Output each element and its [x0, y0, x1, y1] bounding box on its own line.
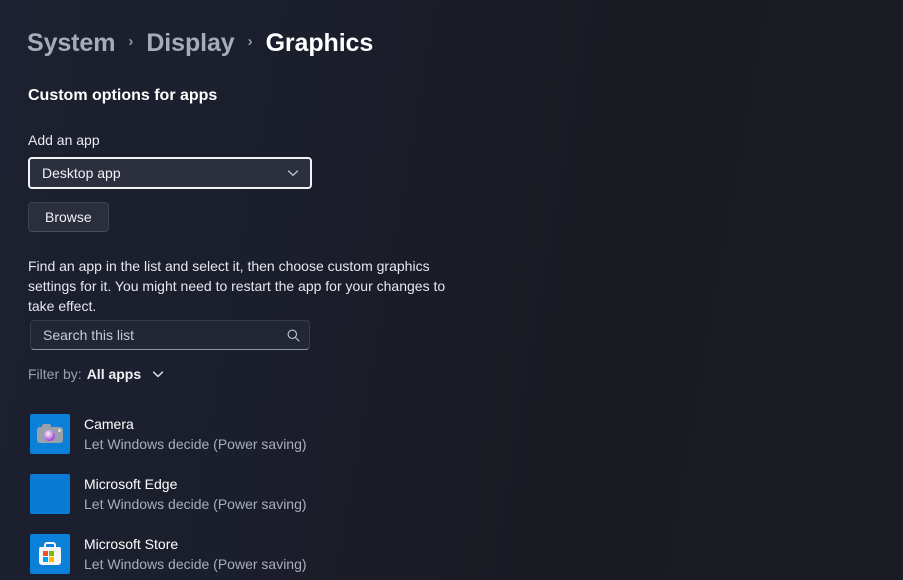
filter-value-dropdown[interactable]: All apps	[87, 366, 141, 382]
filter-row: Filter by: All apps	[28, 364, 165, 384]
search-input-placeholder: Search this list	[43, 327, 135, 343]
search-icon[interactable]	[286, 328, 301, 343]
microsoft-edge-app-icon	[30, 474, 70, 514]
app-status: Let Windows decide (Power saving)	[84, 495, 307, 512]
list-item-text: Camera Let Windows decide (Power saving)	[84, 415, 307, 454]
chevron-down-icon[interactable]	[141, 367, 165, 381]
settings-graphics-page: System › Display › Graphics Custom optio…	[0, 0, 903, 580]
app-list: Camera Let Windows decide (Power saving)…	[0, 404, 460, 580]
app-status: Let Windows decide (Power saving)	[84, 555, 307, 572]
app-type-dropdown-value: Desktop app	[42, 165, 121, 181]
list-item-text: Microsoft Edge Let Windows decide (Power…	[84, 475, 307, 514]
search-input[interactable]: Search this list	[30, 320, 310, 350]
browse-button-label: Browse	[45, 209, 92, 225]
list-item[interactable]: Microsoft Edge Let Windows decide (Power…	[0, 464, 460, 524]
browse-button[interactable]: Browse	[28, 202, 109, 232]
breadcrumb-separator-icon: ›	[247, 33, 253, 50]
breadcrumb: System › Display › Graphics	[27, 26, 373, 60]
breadcrumb-item-graphics: Graphics	[265, 29, 374, 57]
app-name: Camera	[84, 415, 134, 432]
app-name: Microsoft Edge	[84, 475, 178, 492]
camera-app-icon	[30, 414, 70, 454]
add-an-app-label: Add an app	[28, 132, 100, 148]
app-type-dropdown[interactable]: Desktop app	[28, 157, 312, 189]
list-item[interactable]: Microsoft Store Let Windows decide (Powe…	[0, 524, 460, 580]
list-item[interactable]: Camera Let Windows decide (Power saving)	[0, 404, 460, 464]
breadcrumb-item-display[interactable]: Display	[146, 26, 234, 60]
description-text: Find an app in the list and select it, t…	[28, 258, 446, 314]
microsoft-store-app-icon	[30, 534, 70, 574]
chevron-down-icon	[286, 166, 300, 180]
breadcrumb-item-system[interactable]: System	[27, 26, 115, 60]
list-item-text: Microsoft Store Let Windows decide (Powe…	[84, 535, 307, 574]
filter-by-label: Filter by:	[28, 366, 82, 382]
breadcrumb-separator-icon: ›	[128, 33, 134, 50]
app-name: Microsoft Store	[84, 535, 179, 552]
page-title: Custom options for apps	[28, 87, 218, 104]
app-status: Let Windows decide (Power saving)	[84, 435, 307, 452]
